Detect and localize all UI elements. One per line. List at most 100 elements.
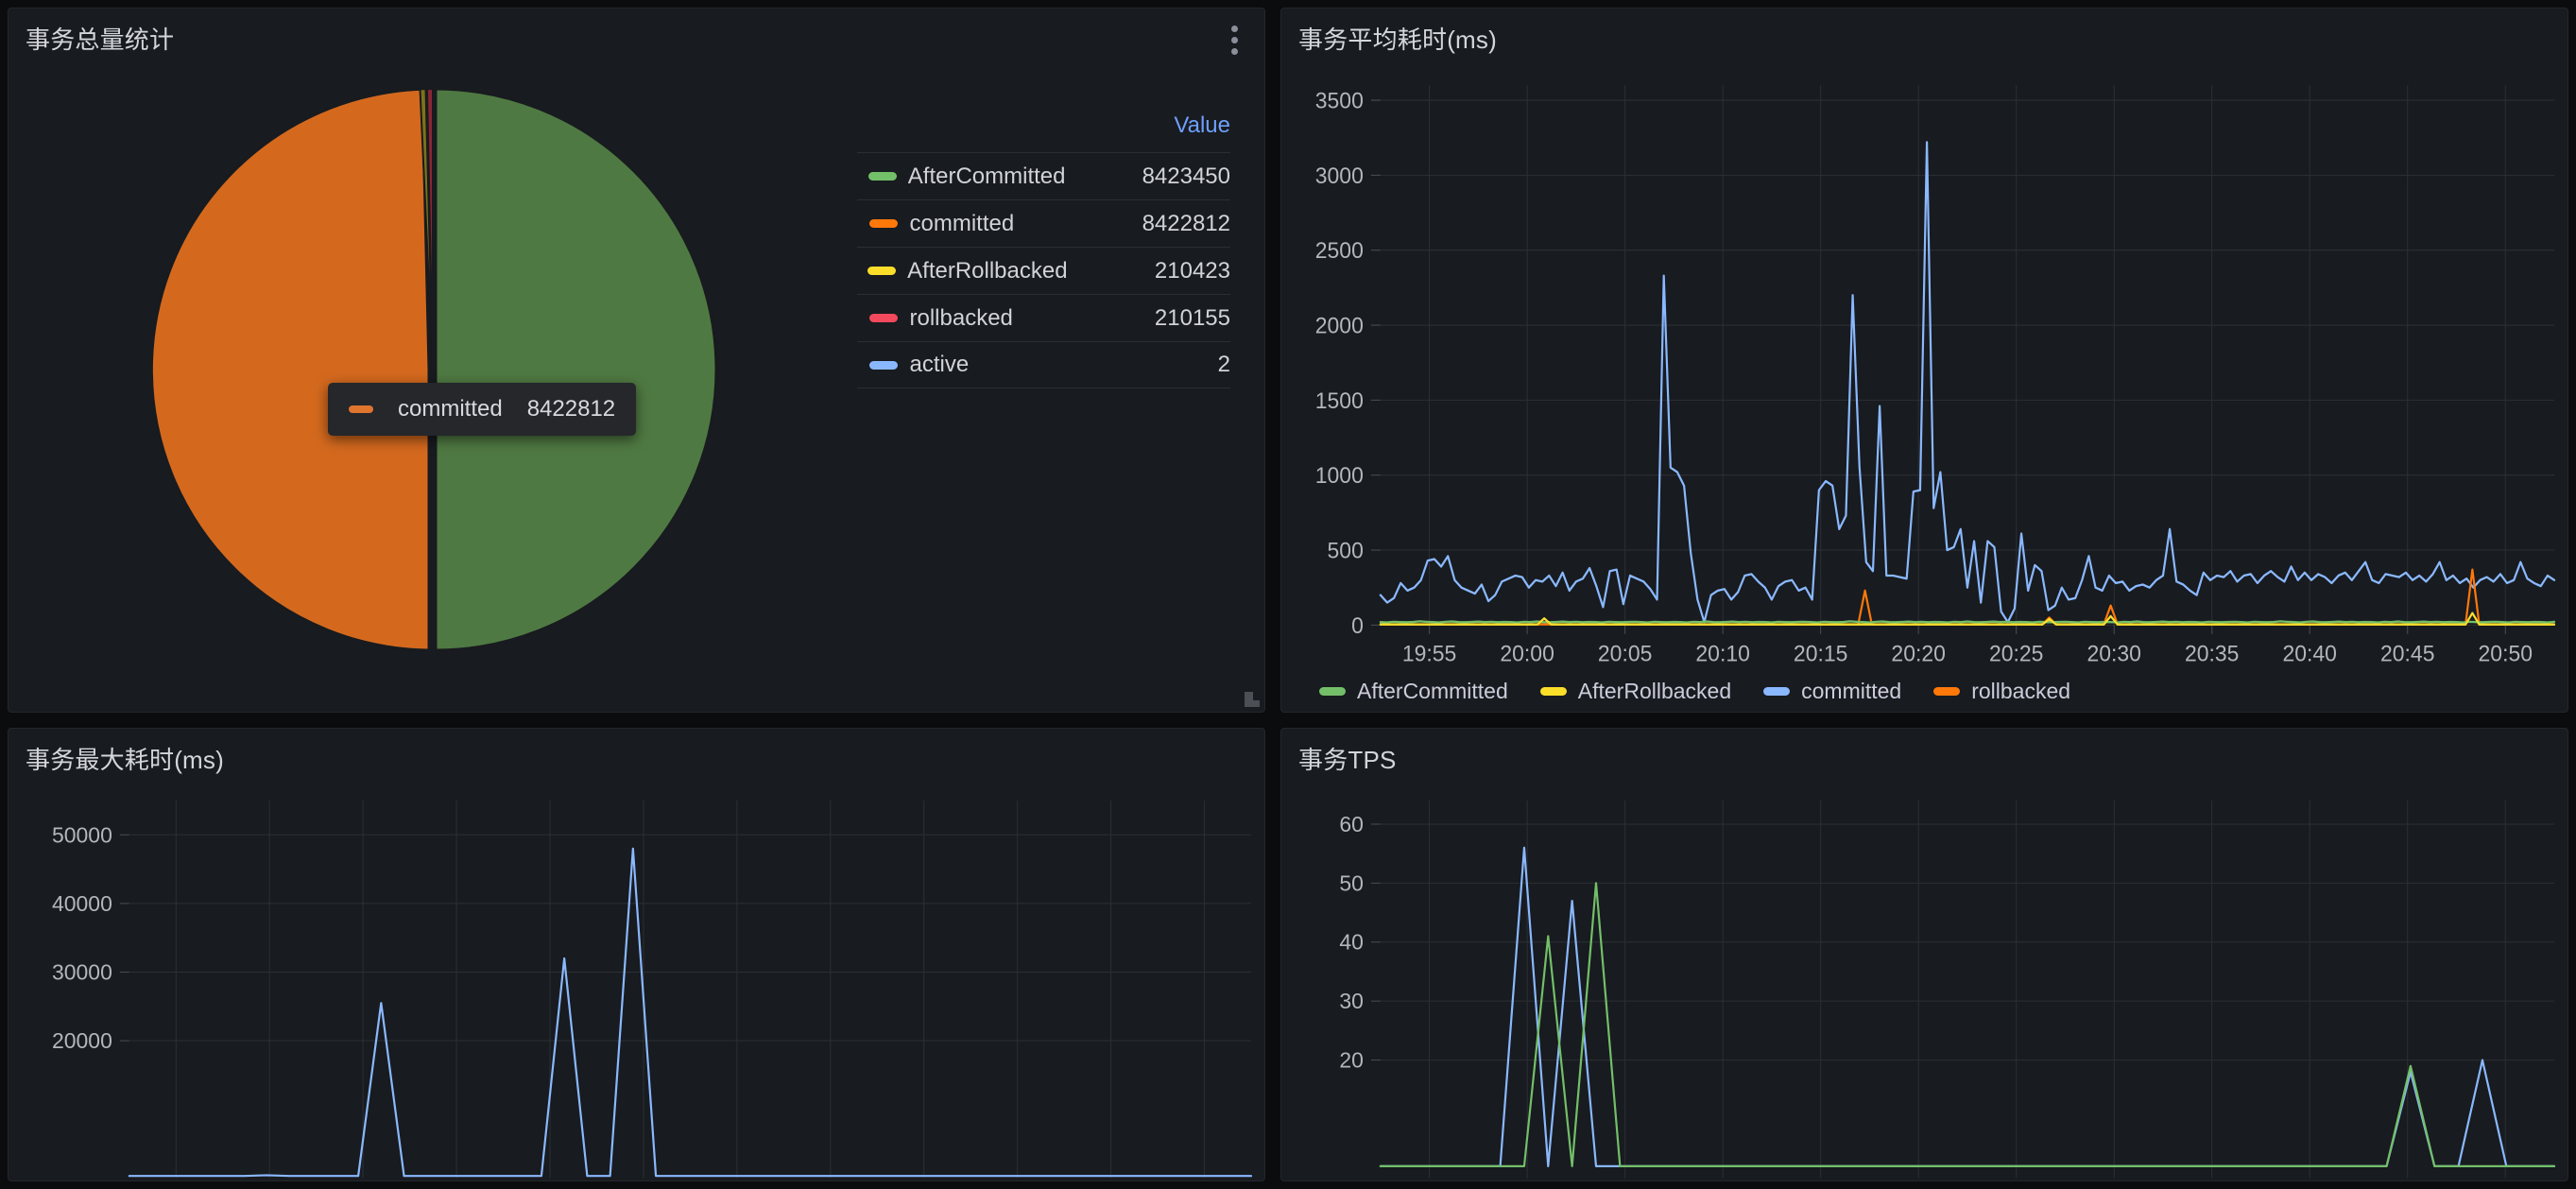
y-axis-tick-label: 30000 <box>52 960 112 985</box>
panel-header-avg: 事务平均耗时(ms) <box>1281 9 2567 67</box>
series-line-aftercommitted <box>1379 620 2556 624</box>
table-row[interactable]: active 2 <box>856 341 1230 388</box>
legend-series-name: rollbacked <box>1971 679 2071 703</box>
legend-series-value: 210423 <box>1154 257 1230 284</box>
x-axis-tick-label: 20:15 <box>1794 641 1847 667</box>
panel-transaction-total: 事务总量统计 committed 8422812 Value AfterComm… <box>8 8 1265 713</box>
pie-slice-aftercommitted[interactable] <box>434 87 718 652</box>
series-line-rollbacked <box>1379 568 2556 626</box>
page-title: 事务总量统计 <box>26 25 175 54</box>
series-color-swatch <box>867 172 897 181</box>
series-line-max <box>128 847 1253 1178</box>
panel-body-tps: 20 30 40 50 60 <box>1281 787 2567 1181</box>
y-axis-tick-label: 50000 <box>52 822 112 847</box>
page-title: 事务TPS <box>1298 745 1397 774</box>
max-latency-timeseries-chart[interactable]: 20000 30000 40000 50000 <box>9 787 1264 1181</box>
series-color-swatch <box>1933 687 1961 696</box>
panel-body-max: 20000 30000 40000 50000 <box>9 787 1264 1181</box>
table-row[interactable]: rollbacked 210155 <box>856 294 1230 341</box>
tooltip-series-name: committed <box>398 396 503 422</box>
y-axis-tick-label: 1000 <box>1315 463 1364 490</box>
y-axis-tick-label: 0 <box>1351 612 1364 639</box>
y-axis-tick-label: 2500 <box>1315 238 1364 265</box>
table-row[interactable]: committed 8422812 <box>856 199 1230 247</box>
x-axis-tick-label: 20:50 <box>2479 641 2533 667</box>
legend-swatch-cell <box>857 267 908 275</box>
pie-legend-table: Value AfterCommitted 8423450 committed 8… <box>856 67 1265 388</box>
y-axis-tick-label: 50 <box>1339 870 1364 895</box>
legend-series-name: committed <box>909 210 1015 236</box>
series-color-swatch <box>868 219 898 228</box>
y-axis-tick-label: 60 <box>1339 812 1364 836</box>
x-axis-tick-label: 20:00 <box>1500 641 1554 667</box>
tps-timeseries-chart[interactable]: 20 30 40 50 60 <box>1281 787 2567 1181</box>
x-axis-tick-label: 20:20 <box>1891 641 1945 667</box>
y-axis-tick-label: 2000 <box>1315 313 1364 339</box>
grafana-dashboard: 事务总量统计 committed 8422812 Value AfterComm… <box>0 0 2576 1189</box>
tooltip-series-value: 8422812 <box>526 396 616 422</box>
kebab-menu-icon[interactable] <box>1217 20 1251 60</box>
y-axis-tick-label: 500 <box>1328 538 1364 564</box>
legend-swatch-cell <box>857 172 908 181</box>
legend-series-value: 2 <box>1217 352 1230 377</box>
y-axis-tick-label: 40 <box>1339 930 1364 955</box>
table-row[interactable]: AfterCommitted 8423450 <box>856 152 1230 199</box>
avg-latency-timeseries-chart[interactable]: 0 500 1000 1500 2000 2500 3000 3500 19:55 20:00 20… <box>1281 67 2567 712</box>
legend-swatch-cell <box>857 219 910 228</box>
x-axis-tick-label: 20:35 <box>2185 641 2239 667</box>
panel-transaction-tps: 事务TPS 20 30 40 50 60 <box>1280 728 2568 1181</box>
page-title: 事务平均耗时(ms) <box>1298 25 1497 54</box>
legend-item-afterrollbacked[interactable]: AfterRollbacked <box>1539 679 1732 704</box>
y-axis-tick-label: 20 <box>1339 1048 1364 1073</box>
series-color-swatch <box>1319 687 1346 696</box>
legend-series-name: rollbacked <box>909 304 1013 331</box>
y-axis-tick-label: 30 <box>1339 989 1364 1013</box>
legend-series-name: AfterCommitted <box>907 163 1066 189</box>
pie-chart[interactable] <box>140 77 726 663</box>
legend-series-value: 8422812 <box>1142 210 1230 236</box>
panel-resize-handle[interactable] <box>1241 688 1262 709</box>
panel-transaction-avg-latency: 事务平均耗时(ms) 0 500 1000 1500 2000 2500 3000 3500 1… <box>1280 8 2568 713</box>
x-axis-tick-label: 20:05 <box>1598 641 1652 667</box>
legend-header-row: Value <box>857 112 1230 152</box>
legend-item-committed[interactable]: committed <box>1763 679 1901 704</box>
tooltip-series-swatch <box>349 405 373 413</box>
legend-series-value: 210155 <box>1154 304 1230 331</box>
series-line-aftercommitted <box>1379 882 2556 1167</box>
y-axis-tick-label: 40000 <box>52 891 112 916</box>
legend-item-aftercommitted[interactable]: AfterCommitted <box>1319 679 1508 704</box>
legend-item-rollbacked[interactable]: rollbacked <box>1933 679 2070 704</box>
panel-body-avg: 0 500 1000 1500 2000 2500 3000 3500 19:55 20:00 20… <box>1281 67 2567 712</box>
x-axis-tick-label: 20:45 <box>2380 641 2434 667</box>
pie-tooltip: committed 8422812 <box>328 383 637 436</box>
pie-slice-committed[interactable] <box>149 87 431 652</box>
panel-header-pie: 事务总量统计 <box>9 9 1264 67</box>
y-axis-tick-label: 1500 <box>1315 388 1364 414</box>
x-axis-tick-label: 20:30 <box>2087 641 2140 667</box>
legend-value-header[interactable]: Value <box>1060 112 1230 139</box>
y-axis-tick-label: 20000 <box>52 1028 112 1053</box>
panel-transaction-max-latency: 事务最大耗时(ms) 20000 30000 40000 50000 <box>8 728 1265 1181</box>
legend-swatch-cell <box>857 314 910 322</box>
y-axis-tick-label: 3500 <box>1315 88 1364 114</box>
series-color-swatch <box>868 360 898 370</box>
x-axis-tick-label: 19:55 <box>1402 641 1456 667</box>
legend-series-name: AfterRollbacked <box>907 257 1068 284</box>
panel-body-pie: committed 8422812 Value AfterCommitted 8… <box>9 67 1264 712</box>
legend-series-name: committed <box>1801 679 1902 703</box>
panel-header-max: 事务最大耗时(ms) <box>9 729 1264 787</box>
series-color-swatch <box>867 267 897 275</box>
legend-swatch-cell <box>857 360 910 370</box>
series-color-swatch <box>868 314 898 322</box>
series-color-swatch <box>1763 687 1791 696</box>
page-title: 事务最大耗时(ms) <box>26 745 224 774</box>
table-row[interactable]: AfterRollbacked 210423 <box>856 247 1230 294</box>
x-axis-tick-label: 20:10 <box>1695 641 1749 667</box>
series-color-swatch <box>1539 687 1567 696</box>
y-axis-tick-label: 3000 <box>1315 163 1364 189</box>
pie-chart-area: committed 8422812 <box>9 67 857 712</box>
panel-header-tps: 事务TPS <box>1281 729 2567 787</box>
legend-series-name: AfterCommitted <box>1357 679 1508 703</box>
legend-series-name: AfterRollbacked <box>1577 679 1732 703</box>
legend-series-value: 8423450 <box>1142 163 1230 189</box>
